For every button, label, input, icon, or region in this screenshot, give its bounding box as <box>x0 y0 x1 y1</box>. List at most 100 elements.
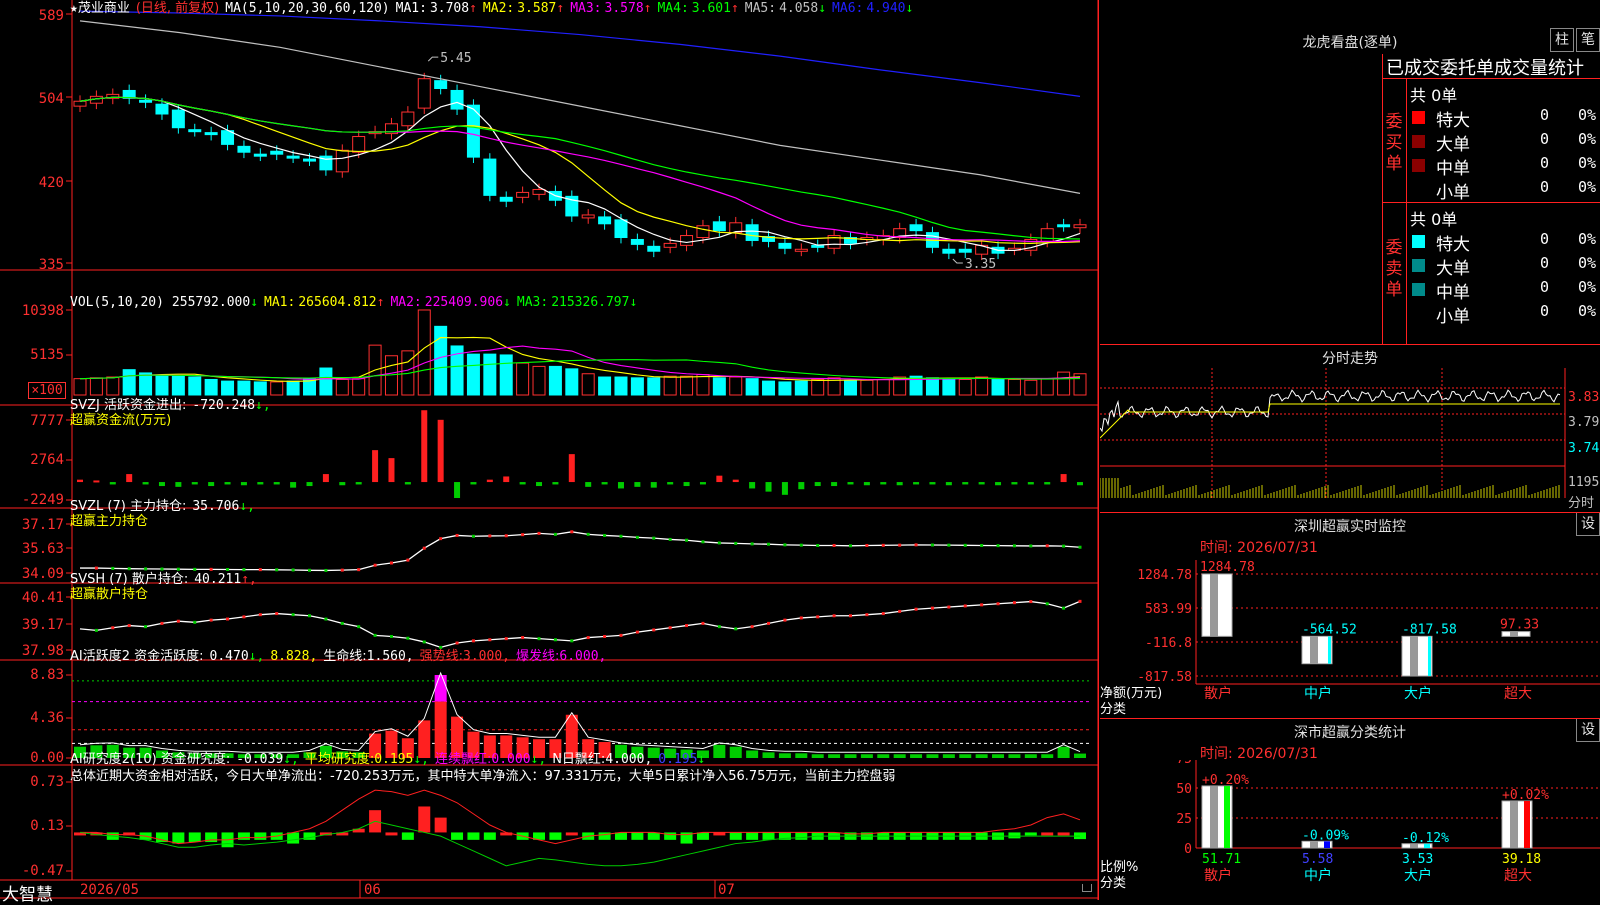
intraday-vol-tick: 11952 <box>1568 475 1600 490</box>
position-dot <box>603 634 607 638</box>
ma-label: MA6: <box>832 1 864 16</box>
candle-body <box>1040 228 1054 242</box>
fund-flow-bar <box>945 482 952 486</box>
position-dot <box>340 568 344 572</box>
position-dot <box>570 639 574 643</box>
strong-line-value: 3.000, <box>463 649 510 664</box>
fund-flow-bar <box>863 482 870 486</box>
position-dot <box>422 546 426 550</box>
fund-flow-bar <box>224 482 231 485</box>
position-dot <box>799 616 803 620</box>
monitor-x-caption: 分类 <box>1100 702 1127 717</box>
monitor-category: 中户 <box>1304 685 1332 702</box>
fund-flow-bar <box>634 482 641 487</box>
position-dot <box>389 561 393 565</box>
activity-bar <box>975 754 988 758</box>
research-bar <box>746 832 759 840</box>
tick-view-button[interactable]: 笔 <box>1576 28 1600 52</box>
fund-flow-bar <box>585 482 592 487</box>
classify-ytick: 25 <box>1176 812 1192 827</box>
lock-icon[interactable] <box>1082 884 1092 892</box>
candle-body <box>647 245 661 252</box>
candle-body <box>401 111 415 127</box>
right-divider <box>1098 0 1099 900</box>
ma-arrow: ↑ <box>376 295 385 310</box>
sell-side-label: 委卖单 <box>1385 238 1403 300</box>
activity-bar <box>959 754 972 758</box>
column-view-button[interactable]: 柱 <box>1550 28 1574 52</box>
stock-mode: (日线, 前复权) <box>135 1 220 16</box>
ai-res-label: AI研究度2(10) 资金研究度: <box>70 752 231 767</box>
candle-body <box>680 235 694 246</box>
position-dot <box>881 612 885 616</box>
svsh-arrow: ↑, <box>241 572 257 587</box>
position-dot <box>816 543 820 547</box>
candle-body <box>303 158 317 162</box>
classify-ytick: 75 <box>1176 760 1192 767</box>
vol-ma-values: MA1: 265604.812↑ MA2: 225409.906↓ MA3: 215326… <box>264 295 643 310</box>
volume-bar <box>762 380 776 396</box>
high-mark-label: 5.45 <box>440 51 471 66</box>
monitor-bar-edge <box>1428 636 1431 676</box>
activity-bar <box>434 675 447 702</box>
volume-bar <box>122 369 136 396</box>
svzj-header: SVZJ 活跃资金进出: -720.248↓, 超赢资金流(万元) <box>70 398 277 428</box>
candle-body <box>253 153 267 157</box>
ai-res-ytick-2: -0.47 <box>21 863 64 879</box>
monitor-bar: -564.52 中户 <box>1301 622 1357 702</box>
order-row: 特大 0 0% <box>1410 106 1600 131</box>
red-streak-arrow: ↓, <box>530 752 547 767</box>
svzl-header: SVZL (7) 主力持仓: 35.706↓, 超赢主力持仓 <box>70 499 261 529</box>
svzj-ytick-0: 7777 <box>30 413 64 429</box>
position-dot <box>668 537 672 541</box>
position-dot <box>373 633 377 637</box>
candle-body <box>581 214 595 219</box>
ma-value: 3.578 <box>604 1 644 16</box>
intraday-ytick-1: 3.790 <box>1568 415 1600 430</box>
volume-bar <box>647 377 661 396</box>
svsh-ytick-0: 40.41 <box>21 590 64 606</box>
low-mark-label: 3.35 <box>965 257 996 272</box>
fund-flow-bar <box>470 482 477 485</box>
brand-logo: 大智慧 <box>2 885 53 905</box>
candle-body <box>712 221 726 232</box>
monitor-value-label: -817.58 <box>1402 622 1457 637</box>
order-swatch-icon <box>1412 159 1425 172</box>
ma-value: 3.601 <box>691 1 731 16</box>
classify-pct-label: -0.09% <box>1302 828 1349 843</box>
activity-bar <box>1057 746 1070 758</box>
intraday-price-line <box>1100 389 1561 433</box>
fund-flow-bar <box>191 482 198 485</box>
activity-bar <box>1074 753 1086 758</box>
classify-settings-button[interactable]: 设 <box>1576 718 1600 742</box>
classify-title: 深市超赢分类统计 <box>1294 725 1406 741</box>
k-ytick-3: 335 <box>38 257 64 273</box>
classify-bar: -0.09% 5.58中户 <box>1301 828 1349 884</box>
monitor-ytick: 1284.78 <box>1137 568 1192 583</box>
classify-bar-chart: 75 50 25 0 +0.20% 51.71散户 -0.09% 5.58中户 -0.12% 3.… <box>1176 760 1600 884</box>
monitor-settings-button[interactable]: 设 <box>1576 512 1600 536</box>
fund-flow-bar <box>699 482 706 485</box>
fund-flow-bar <box>798 482 805 490</box>
position-dot <box>226 568 230 571</box>
volume-bar <box>204 378 218 396</box>
order-row: 小单 0 0% <box>1410 178 1600 203</box>
vol-unit-box: ×100 <box>28 382 66 399</box>
position-dot <box>914 607 918 611</box>
svzj-sub: 超赢资金流(万元) <box>70 413 172 428</box>
monitor-bar-shade <box>1410 636 1418 676</box>
position-dot <box>471 639 475 643</box>
ma-value: 265604.812 <box>298 295 377 310</box>
intraday-ytick-0: 3.835 <box>1568 390 1600 405</box>
candle-body <box>630 238 644 245</box>
intraday-ytick-2: 3.745 <box>1568 441 1600 456</box>
fund-flow-bar <box>503 476 510 483</box>
monitor-category: 散户 <box>1204 685 1232 702</box>
monitor-bar-shade <box>1310 636 1318 664</box>
classify-bar: +0.02% 39.18超大 <box>1501 788 1549 884</box>
ma-values: MA1: 3.708↑ MA2: 3.587↑ MA3: 3.578↑ MA4: 3.601↑… <box>396 1 920 16</box>
fund-flow-bar <box>1011 482 1018 485</box>
intraday-chart[interactable] <box>1100 368 1600 508</box>
avg-res-value: 0.195 <box>374 752 414 767</box>
order-row: 中单 0 0% <box>1410 154 1600 179</box>
